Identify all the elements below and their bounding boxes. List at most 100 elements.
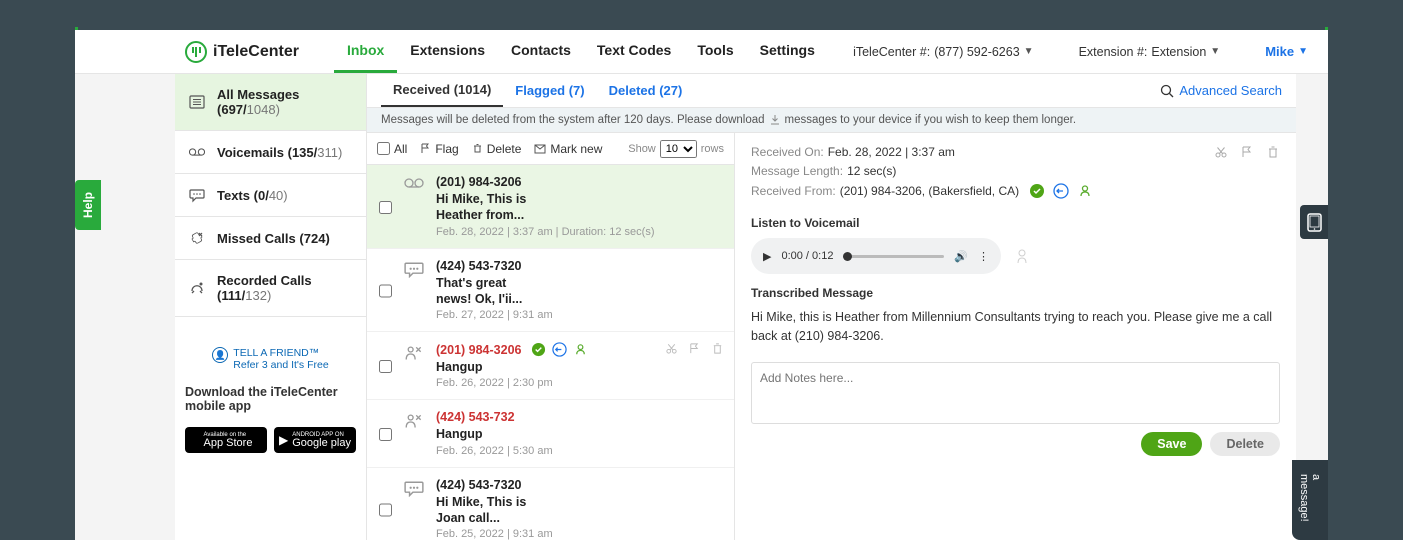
trash-icon <box>472 143 483 154</box>
list-toolbar: All Flag Delete Mark new Show 10 rows <box>367 133 734 165</box>
nav-inbox[interactable]: Inbox <box>334 30 397 73</box>
user-menu[interactable]: Mike ▼ <box>1265 44 1308 59</box>
chevron-down-icon: ▼ <box>1210 46 1220 57</box>
nav-settings[interactable]: Settings <box>747 30 828 73</box>
message-preview: Hangup <box>436 359 722 375</box>
device-tab[interactable] <box>1300 205 1328 239</box>
message-number: (424) 543-732 <box>436 410 722 424</box>
message-row[interactable]: (424) 543-7320 That's greatnews! Ok, I'ii… <box>367 249 734 333</box>
advanced-search[interactable]: Advanced Search <box>1160 83 1282 98</box>
tab-deleted[interactable]: Deleted (27) <box>597 75 695 106</box>
message-checkbox[interactable] <box>379 480 392 540</box>
notes-input[interactable] <box>751 362 1280 424</box>
message-row[interactable]: (424) 543-732 Hangup Feb. 26, 2022 | 5:30 … <box>367 400 734 467</box>
message-timestamp: Feb. 28, 2022 | 3:37 am | Duration: 12 s… <box>436 226 722 238</box>
listen-label: Listen to Voicemail <box>751 216 1280 230</box>
message-checkbox[interactable] <box>379 261 392 322</box>
google-play-button[interactable]: ▶ ANDROID APP ONGoogle play <box>274 427 356 453</box>
chevron-down-icon: ▼ <box>1024 46 1034 57</box>
message-type-icon <box>404 480 424 498</box>
missed-call-icon <box>189 230 205 246</box>
more-icon[interactable]: ⋮ <box>978 250 989 263</box>
message-timestamp: Feb. 26, 2022 | 5:30 am <box>436 445 722 457</box>
nav-tools[interactable]: Tools <box>684 30 746 73</box>
tab-flagged[interactable]: Flagged (7) <box>503 75 596 106</box>
all-messages-icon <box>189 94 205 110</box>
logo-icon <box>185 41 207 63</box>
download-audio-icon[interactable] <box>1013 247 1031 265</box>
verified-icon[interactable] <box>1029 183 1045 199</box>
delete-button[interactable]: Delete <box>472 142 522 156</box>
message-checkbox[interactable] <box>379 412 392 456</box>
message-type-icon <box>404 177 424 195</box>
message-type-icon <box>404 344 424 362</box>
mark-new-button[interactable]: Mark new <box>534 142 602 156</box>
message-timestamp: Feb. 26, 2022 | 2:30 pm <box>436 377 722 389</box>
message-tabs: Received (1014) Flagged (7) Deleted (27)… <box>367 74 1296 108</box>
sidebar-item-all-messages[interactable]: All Messages (697/1048) <box>175 74 366 131</box>
phone-device-icon <box>1307 213 1322 232</box>
message-row[interactable]: (424) 543-7320 Hi Mike, This isJoan call.… <box>367 468 734 540</box>
transcribed-label: Transcribed Message <box>751 286 1280 300</box>
play-icon: ▶ <box>279 434 288 446</box>
message-checkbox[interactable] <box>379 177 392 238</box>
search-icon <box>1160 84 1174 98</box>
sidebar-item-missed-calls[interactable]: Missed Calls (724) <box>175 217 366 260</box>
text-icon <box>189 187 205 203</box>
sidebar-item-recorded-calls[interactable]: Recorded Calls (111/132) <box>175 260 366 317</box>
flag-icon[interactable] <box>1240 145 1254 159</box>
select-all[interactable]: All <box>377 142 407 156</box>
volume-icon[interactable]: 🔊 <box>954 250 968 263</box>
message-list: (201) 984-3206 Hi Mike, This isHeather fr… <box>367 165 734 540</box>
message-list-panel: All Flag Delete Mark new Show 10 rows (2… <box>367 133 735 540</box>
nav-extensions[interactable]: Extensions <box>397 30 498 73</box>
message-number: (201) 984-3206 <box>436 175 722 189</box>
brand-text: iTeleCenter <box>213 43 299 61</box>
audio-player[interactable]: ▶ 0:00 / 0:12 🔊 ⋮ <box>751 238 1001 274</box>
recorded-call-icon <box>189 280 205 296</box>
flag-button[interactable]: Flag <box>420 142 458 156</box>
message-preview: That's greatnews! Ok, I'ii... <box>436 275 722 308</box>
message-timestamp: Feb. 25, 2022 | 9:31 am <box>436 528 722 540</box>
message-preview: Hi Mike, This isHeather from... <box>436 191 722 224</box>
tab-received[interactable]: Received (1014) <box>381 74 503 107</box>
row-actions[interactable] <box>665 342 724 355</box>
nav-contacts[interactable]: Contacts <box>498 30 584 73</box>
message-detail: New Call New Text Received On:Feb. 28, 2… <box>735 133 1296 540</box>
sidebar-item-voicemails[interactable]: Voicemails (135/311) <box>175 131 366 174</box>
person-icon: 👤 <box>212 347 228 363</box>
leave-message-tab[interactable]: a message! <box>1292 460 1328 540</box>
reply-icon[interactable] <box>1053 183 1069 199</box>
save-button[interactable]: Save <box>1141 432 1202 456</box>
telecenter-number-dropdown[interactable]: iTeleCenter #: (877) 592-6263 ▼ <box>853 45 1034 59</box>
cut-icon[interactable] <box>1214 145 1228 159</box>
message-timestamp: Feb. 27, 2022 | 9:31 am <box>436 309 722 321</box>
help-tab[interactable]: Help <box>75 180 101 230</box>
page-size-select[interactable]: 10 <box>660 140 697 158</box>
play-icon[interactable]: ▶ <box>763 250 771 263</box>
message-checkbox[interactable] <box>379 344 392 389</box>
message-number: (424) 543-7320 <box>436 478 722 492</box>
message-preview: Hangup <box>436 426 722 442</box>
message-type-icon <box>404 261 424 279</box>
nav-text-codes[interactable]: Text Codes <box>584 30 684 73</box>
extension-dropdown[interactable]: Extension #: Extension ▼ <box>1079 45 1221 59</box>
sidebar-item-texts[interactable]: Texts (0/40) <box>175 174 366 217</box>
trash-icon[interactable] <box>1266 145 1280 159</box>
message-row[interactable]: (201) 984-3206HangupFeb. 26, 2022 | 2:30… <box>367 332 734 400</box>
logo[interactable]: iTeleCenter <box>85 41 299 63</box>
envelope-icon <box>534 144 546 154</box>
message-row[interactable]: (201) 984-3206 Hi Mike, This isHeather fr… <box>367 165 734 249</box>
contact-icon[interactable] <box>1077 183 1093 199</box>
delete-note-button[interactable]: Delete <box>1210 432 1280 456</box>
flag-icon <box>420 143 431 154</box>
account-area: iTeleCenter #: (877) 592-6263 ▼ Extensio… <box>853 44 1308 59</box>
download-label: Download the iTeleCenter mobile app <box>175 371 366 427</box>
message-number: (424) 543-7320 <box>436 259 722 273</box>
message-preview: Hi Mike, This isJoan call... <box>436 494 722 527</box>
app-store-button[interactable]: Available on theApp Store <box>185 427 267 453</box>
chevron-down-icon: ▼ <box>1298 46 1308 57</box>
tell-a-friend[interactable]: 👤 TELL A FRIEND™ Refer 3 and It's Free <box>212 347 328 371</box>
sidebar: All Messages (697/1048) Voicemails (135/… <box>175 74 367 540</box>
transcription-text: Hi Mike, this is Heather from Millennium… <box>751 308 1280 346</box>
